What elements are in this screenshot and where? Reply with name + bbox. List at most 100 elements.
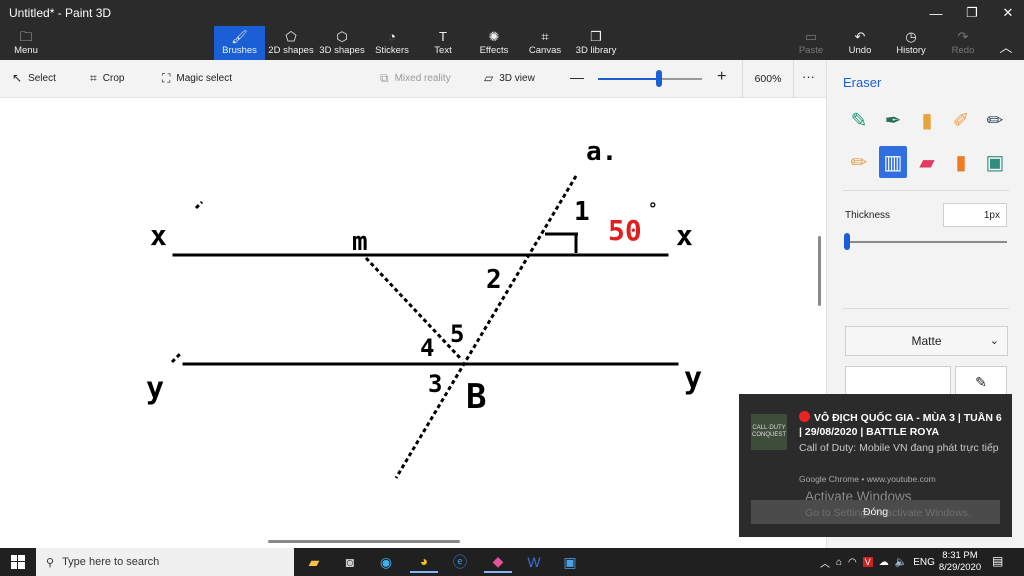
clock[interactable]: 8:31 PM 8/29/2020 <box>934 550 986 574</box>
network-icon[interactable]: ⌂ <box>836 557 842 568</box>
language-indicator[interactable]: ENG <box>913 557 935 568</box>
antivirus-icon[interactable]: V <box>862 557 873 567</box>
collapse-ribbon-button[interactable]: ︿ <box>996 26 1016 60</box>
sun-icon: ✺ <box>488 29 500 44</box>
magic-select-icon: ⛶ <box>162 71 171 85</box>
spray-can-icon[interactable]: ▮ <box>947 146 975 178</box>
close-button[interactable]: ✕ <box>990 0 1024 26</box>
eraser-icon[interactable]: ▥ <box>879 146 907 178</box>
canvas-icon: ⌗ <box>541 29 549 44</box>
zoom-percent[interactable]: 600% <box>742 60 794 98</box>
tab-brushes[interactable]: 🖌 Brushes <box>214 26 265 60</box>
history-button[interactable]: ◷ History <box>894 26 928 60</box>
zoom-in-button[interactable]: + <box>717 68 726 86</box>
label-degree-sign: ° <box>648 199 658 218</box>
tab-text[interactable]: T Text <box>428 26 458 60</box>
redo-label: Redo <box>951 45 975 56</box>
thickness-input[interactable]: 1px <box>943 203 1007 227</box>
drawing-canvas[interactable]: a. x m 1 x 2 5 4 y y 3 B 50 ° <box>0 98 826 548</box>
edge-icon[interactable]: ◉ <box>372 551 400 573</box>
vertical-scrollbar[interactable] <box>818 236 821 306</box>
horizontal-scrollbar[interactable] <box>268 540 460 543</box>
zoom-slider-track[interactable] <box>598 78 702 80</box>
tab-canvas[interactable]: ⌗ Canvas <box>528 26 562 60</box>
text-icon: T <box>439 29 447 44</box>
tab-label: Effects <box>479 45 509 56</box>
ie-icon[interactable]: ⓔ <box>446 551 474 573</box>
taskbar-search[interactable]: ⚲ Type here to search <box>36 548 294 576</box>
shapes-icon: ⬠ <box>285 29 297 44</box>
folder-icon: 🗀 <box>19 29 33 44</box>
minimize-button[interactable]: — <box>918 0 954 26</box>
tab-2d-shapes[interactable]: ⬠ 2D shapes <box>266 26 316 60</box>
label-m: m <box>352 227 368 257</box>
word-icon[interactable]: W <box>520 551 548 573</box>
panel-divider <box>843 190 1009 191</box>
mixed-reality-button[interactable]: ⧉ Mixed reality <box>380 71 451 86</box>
zoom-slider-thumb[interactable] <box>656 70 662 87</box>
3d-view-button[interactable]: ▱ 3D view <box>484 71 535 85</box>
clock-time: 8:31 PM <box>942 550 978 561</box>
crayon-icon[interactable]: ▰ <box>913 146 941 178</box>
camera-icon[interactable]: ◙ <box>336 551 364 573</box>
thickness-slider-track[interactable] <box>847 241 1007 243</box>
watercolor-brush-icon[interactable]: ✐ <box>947 104 975 136</box>
crop-button[interactable]: ⌗ Crop <box>90 71 124 86</box>
file-explorer-icon[interactable]: ▰ <box>300 551 328 573</box>
chrome-icon[interactable]: ◕ <box>410 551 438 573</box>
crop-label: Crop <box>102 73 125 84</box>
action-center-icon[interactable]: ▤ <box>992 554 1003 568</box>
3d-view-label: 3D view <box>499 72 535 84</box>
pencil-icon[interactable]: ✏ <box>845 146 873 178</box>
finish-value: Matte <box>911 334 942 348</box>
more-icon: ··· <box>802 69 815 84</box>
zoom-out-button[interactable]: — <box>570 69 584 85</box>
tab-3d-library[interactable]: ❒ 3D library <box>574 26 618 60</box>
label-angle-4: 4 <box>420 334 434 362</box>
magic-select-button[interactable]: ⛶ Magic select <box>162 71 232 86</box>
line-mb <box>364 256 464 362</box>
cube-icon: ⬡ <box>336 29 348 44</box>
chevron-up-icon[interactable]: ︿ <box>820 555 830 570</box>
tab-effects[interactable]: ✺ Effects <box>476 26 512 60</box>
menu-button[interactable]: 🗀 Menu <box>4 26 48 60</box>
notification-toast[interactable]: CALL·DUTY CONQUEST VÔ ĐỊCH QUỐC GIA - MÙ… <box>739 394 1012 537</box>
mixed-reality-label: Mixed reality <box>394 73 451 84</box>
label-a: a. <box>586 137 617 167</box>
undo-button[interactable]: ↶ Undo <box>846 26 874 60</box>
wifi-icon[interactable]: ◠ <box>848 557 857 568</box>
paste-label: Paste <box>798 45 824 56</box>
calligraphy-pen-icon[interactable]: ✒ <box>879 104 907 136</box>
tab-stickers[interactable]: ◔ Stickers <box>372 26 412 60</box>
history-icon: ◷ <box>905 29 917 44</box>
system-tray: ︿ ⌂ ◠ V ☁ 🔈 ENG <box>820 548 935 576</box>
3d-view-icon: ▱ <box>484 71 494 85</box>
label-y: y <box>684 361 702 396</box>
label-angle-2: 2 <box>486 265 502 295</box>
pixel-pen-icon[interactable]: ✏ <box>981 104 1009 136</box>
thickness-slider-thumb[interactable] <box>844 233 850 250</box>
start-button[interactable] <box>0 548 36 576</box>
volume-icon[interactable]: 🔈 <box>895 557 907 568</box>
tab-label: Stickers <box>375 45 409 56</box>
chevron-down-icon: ⌄ <box>989 335 999 347</box>
more-options-button[interactable]: ··· <box>802 69 815 84</box>
paint3d-icon[interactable]: ◆ <box>484 551 512 573</box>
finish-dropdown[interactable]: Matte ⌄ <box>845 326 1008 356</box>
onedrive-icon[interactable]: ☁ <box>879 557 889 568</box>
fill-bucket-icon[interactable]: ▣ <box>981 146 1009 178</box>
maximize-button[interactable]: ❐ <box>954 0 990 26</box>
title-bar: Untitled* - Paint 3D — ❐ ✕ <box>0 0 1024 26</box>
select-button[interactable]: ↖ Select <box>12 71 56 85</box>
paste-button[interactable]: ▭ Paste <box>798 26 824 60</box>
redo-button[interactable]: ↷ Redo <box>950 26 976 60</box>
label-x: x <box>676 219 693 252</box>
marker-brush-icon[interactable]: ✎ <box>845 104 873 136</box>
tab-label: Canvas <box>528 45 562 56</box>
zoom-slider-fill <box>598 78 661 80</box>
ribbon: 🗀 Menu 🖌 Brushes ⬠ 2D shapes ⬡ 3D shapes… <box>0 26 1024 60</box>
tab-3d-shapes[interactable]: ⬡ 3D shapes <box>318 26 366 60</box>
photos-icon[interactable]: ▣ <box>556 551 584 573</box>
tick-x-prime <box>194 200 204 210</box>
oil-brush-icon[interactable]: ▮ <box>913 104 941 136</box>
